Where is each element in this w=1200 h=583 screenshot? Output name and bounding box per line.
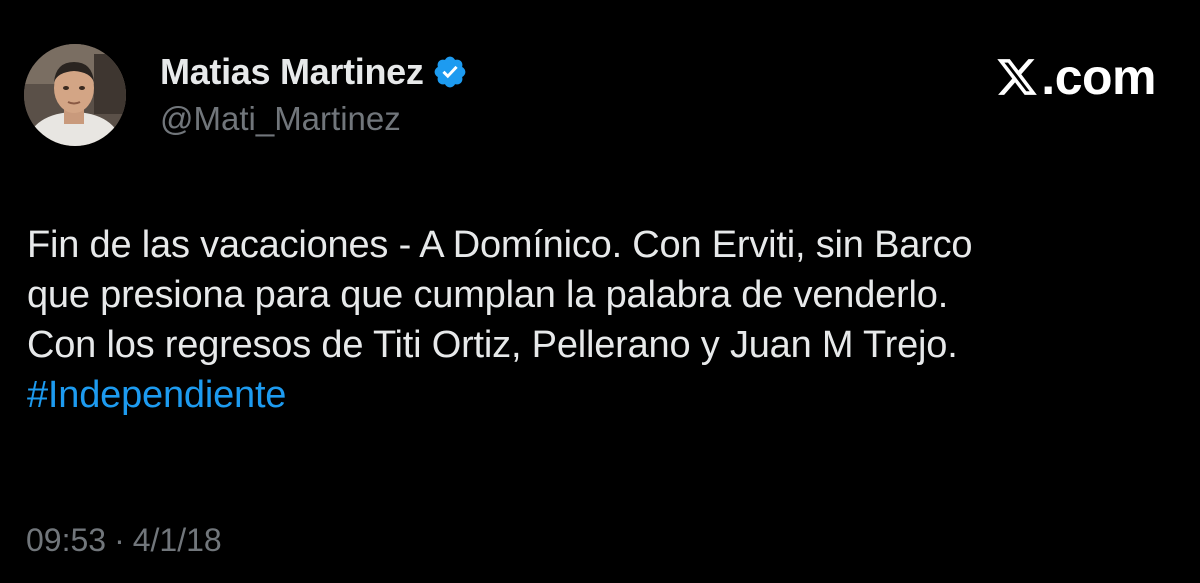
tweet-text-line: Fin de las vacaciones - A Domínico. Con … <box>27 224 973 266</box>
timestamp-separator: · <box>114 522 125 558</box>
hashtag-link[interactable]: #Independiente <box>27 370 1177 420</box>
tweet-card: Matias Martinez @Mati_Martinez .com Fin … <box>0 0 1200 583</box>
tweet-body: Fin de las vacaciones - A Domínico. Con … <box>27 220 1177 420</box>
tweet-text-line: que presiona para que cumplan la palabra… <box>27 274 949 316</box>
avatar[interactable] <box>24 44 126 146</box>
author-handle[interactable]: @Mati_Martinez <box>160 100 468 138</box>
profile-photo-icon <box>24 44 126 146</box>
author-name-row: Matias Martinez <box>160 50 468 94</box>
brand-watermark: .com <box>995 48 1156 106</box>
brand-domain-text: .com <box>1041 49 1156 105</box>
tweet-text-line: Con los regresos de Titi Ortiz, Pelleran… <box>27 324 958 366</box>
verified-badge-icon <box>432 54 468 90</box>
tweet-timestamp[interactable]: 09:53 · 4/1/18 <box>26 522 222 559</box>
tweet-time: 09:53 <box>26 522 107 558</box>
tweet-date: 4/1/18 <box>132 522 222 558</box>
author-name[interactable]: Matias Martinez <box>160 51 424 93</box>
x-logo-icon <box>995 54 1039 100</box>
author-block: Matias Martinez @Mati_Martinez <box>160 50 468 138</box>
